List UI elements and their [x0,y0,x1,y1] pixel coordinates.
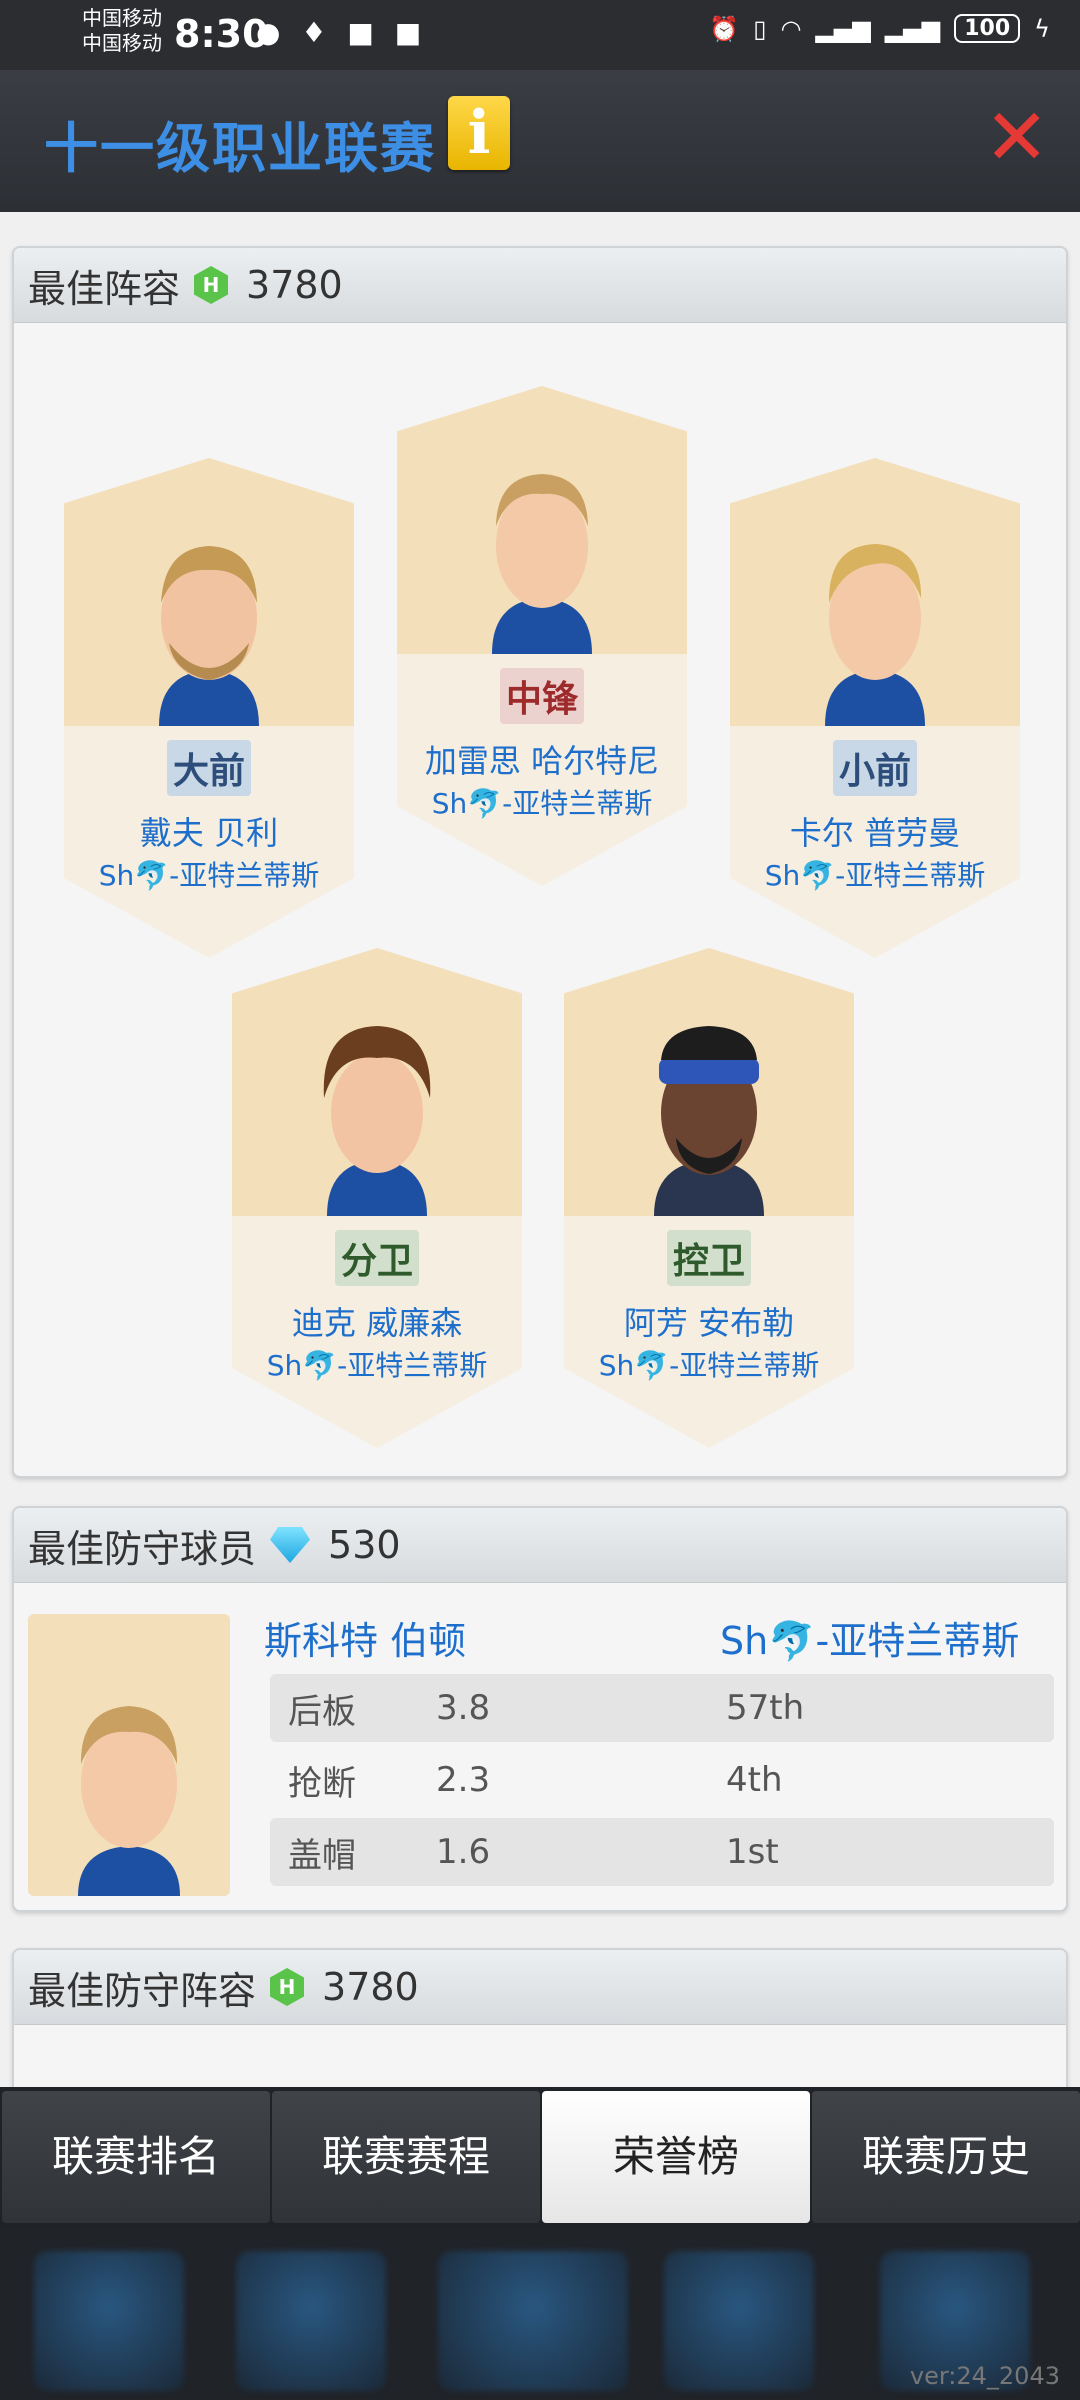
signal-5g-icon: ▂▄▆ [884,14,941,43]
stat-row: 后板 3.8 57th [270,1674,1054,1742]
team-name: Sh🐬-亚特兰蒂斯 [431,787,653,820]
stat-rank: 1st [726,1832,779,1872]
player-card-shooting-guard[interactable]: 分卫 迪克 威廉森 Sh🐬-亚特兰蒂斯 [232,948,522,1448]
best-lineup-panel: 最佳阵容 H 3780 大前 戴夫 贝利 Sh🐬-亚特兰蒂斯 中锋 加雷思 哈尔… [12,246,1068,1478]
nav-league-icon[interactable] [438,2251,628,2391]
battery-indicator: 100 [954,14,1021,43]
player-name: 加雷思 哈尔特尼 [424,742,660,780]
signal-icon: ▂▄▆ [815,14,871,43]
close-button[interactable]: ✕ [984,99,1049,177]
hexagon-badge-icon: H [194,266,229,304]
player-avatar [654,1026,764,1216]
stat-rank: 4th [726,1760,783,1800]
card-portrait-area [564,948,854,1216]
carrier-labels: 中国移动 中国移动 [82,6,162,56]
player-avatar [159,546,259,726]
panel-score: 3780 [322,1965,419,2009]
diamond-icon [270,1527,311,1563]
nav-chat-icon[interactable] [664,2251,814,2391]
tab-honor-roll[interactable]: 荣誉榜 [542,2091,810,2223]
stat-value: 3.8 [436,1688,491,1728]
defender-name: 斯科特 伯顿 [264,1619,467,1663]
stat-label: 盖帽 [288,1835,356,1876]
player-avatar [323,1026,431,1216]
tab-league-standings[interactable]: 联赛排名 [2,2091,270,2223]
charging-icon: ϟ [1034,14,1050,43]
stat-rank: 57th [726,1688,805,1728]
alarm-icon: ⏰ [709,14,740,43]
wifi-icon: ◠ [780,14,802,43]
card-portrait-area [64,458,354,726]
app-icon: ♦ [301,16,333,49]
position-badge: 小前 [832,740,918,796]
team-name: Sh🐬-亚特兰蒂斯 [98,859,320,892]
stat-value: 2.3 [436,1760,491,1800]
tab-league-history[interactable]: 联赛历史 [812,2091,1080,2223]
player-name: 卡尔 普劳曼 [789,814,961,852]
tab-bar: 联赛排名 联赛赛程 荣誉榜 联赛历史 [0,2087,1080,2229]
panel-header: 最佳阵容 H 3780 [14,248,1066,323]
position-badge: 大前 [166,740,252,796]
team-name: Sh🐬-亚特兰蒂斯 [764,859,986,892]
nav-currency-icon[interactable] [236,2251,386,2391]
hexagon-badge-icon: H [270,1968,305,2006]
panel-score: 530 [328,1523,401,1567]
stat-label: 后板 [288,1691,356,1732]
position-badge: 中锋 [499,668,585,724]
version-label: ver:24_2043 [909,2362,1060,2390]
panel-header: 最佳防守阵容 H 3780 [14,1950,1066,2025]
stat-label: 抢断 [288,1763,356,1804]
status-bar: 中国移动 中国移动 8:30 ● ♦ ■ ■ ⏰ ▯ ◠ ▂▄▆ ▂▄▆ 100… [0,0,1080,70]
player-card-power-forward[interactable]: 大前 戴夫 贝利 Sh🐬-亚特兰蒂斯 [64,458,354,958]
player-avatar [78,1706,180,1896]
panel-title: 最佳防守阵容 [28,1968,257,2013]
defender-team: Sh🐬-亚特兰蒂斯 [720,1619,1020,1663]
stat-row: 盖帽 1.6 1st [270,1818,1054,1886]
player-name: 迪克 威廉森 [291,1304,463,1342]
clock: 8:30 [174,12,269,56]
team-name: Sh🐬-亚特兰蒂斯 [266,1349,488,1382]
player-avatar [825,544,925,726]
nav-star-icon[interactable] [34,2251,184,2391]
team-name: Sh🐬-亚特兰蒂斯 [598,1349,820,1382]
card-portrait-area [730,458,1020,726]
page-title: 十一级职业联赛 [44,117,436,180]
panel-header: 最佳防守球员 530 [14,1508,1066,1583]
system-icons: ⏰ ▯ ◠ ▂▄▆ ▂▄▆ 100 ϟ [709,14,1050,43]
panel-title: 最佳阵容 [28,266,181,311]
carrier-1: 中国移动 [82,6,162,30]
position-badge: 控卫 [666,1230,752,1286]
best-defensive-lineup-panel: 最佳防守阵容 H 3780 [12,1948,1068,2087]
card-portrait-area [232,948,522,1216]
defender-portrait [28,1614,230,1896]
carrier-2: 中国移动 [82,31,162,55]
player-name: 阿芳 安布勒 [623,1304,795,1342]
stat-value: 1.6 [436,1832,491,1872]
panel-score: 3780 [246,263,343,307]
player-avatar [492,474,592,654]
player-card-small-forward[interactable]: 小前 卡尔 普劳曼 Sh🐬-亚特兰蒂斯 [730,458,1020,958]
stat-row: 抢断 2.3 4th [270,1746,1054,1814]
notification-icons: ● ♦ ■ ■ [256,16,427,49]
player-card-point-guard[interactable]: 控卫 阿芳 安布勒 Sh🐬-亚特兰蒂斯 [564,948,854,1448]
player-card-center[interactable]: 中锋 加雷思 哈尔特尼 Sh🐬-亚特兰蒂斯 [397,386,687,886]
close-icon: ✕ [984,93,1050,183]
position-badge: 分卫 [334,1230,420,1286]
panel-title: 最佳防守球员 [28,1526,257,1571]
info-button[interactable]: i [448,96,510,170]
tab-league-schedule[interactable]: 联赛赛程 [272,2091,540,2223]
honor-roll-content[interactable]: 最佳阵容 H 3780 大前 戴夫 贝利 Sh🐬-亚特兰蒂斯 中锋 加雷思 哈尔… [0,212,1080,2087]
player-name: 戴夫 贝利 [139,814,279,852]
vibrate-icon: ▯ [753,14,767,43]
card-portrait-area [397,386,687,654]
bottom-navigation: ver:24_2043 [0,2229,1080,2400]
home-app-icon: ■ [347,16,380,49]
book-app-icon: ■ [394,16,428,49]
best-defender-panel[interactable]: 最佳防守球员 530 斯科特 伯顿 Sh🐬-亚特兰蒂斯 后板 3.8 57th … [12,1506,1068,1912]
title-bar: 十一级职业联赛 i ✕ [0,70,1080,215]
chat-icon: ● [256,16,287,49]
